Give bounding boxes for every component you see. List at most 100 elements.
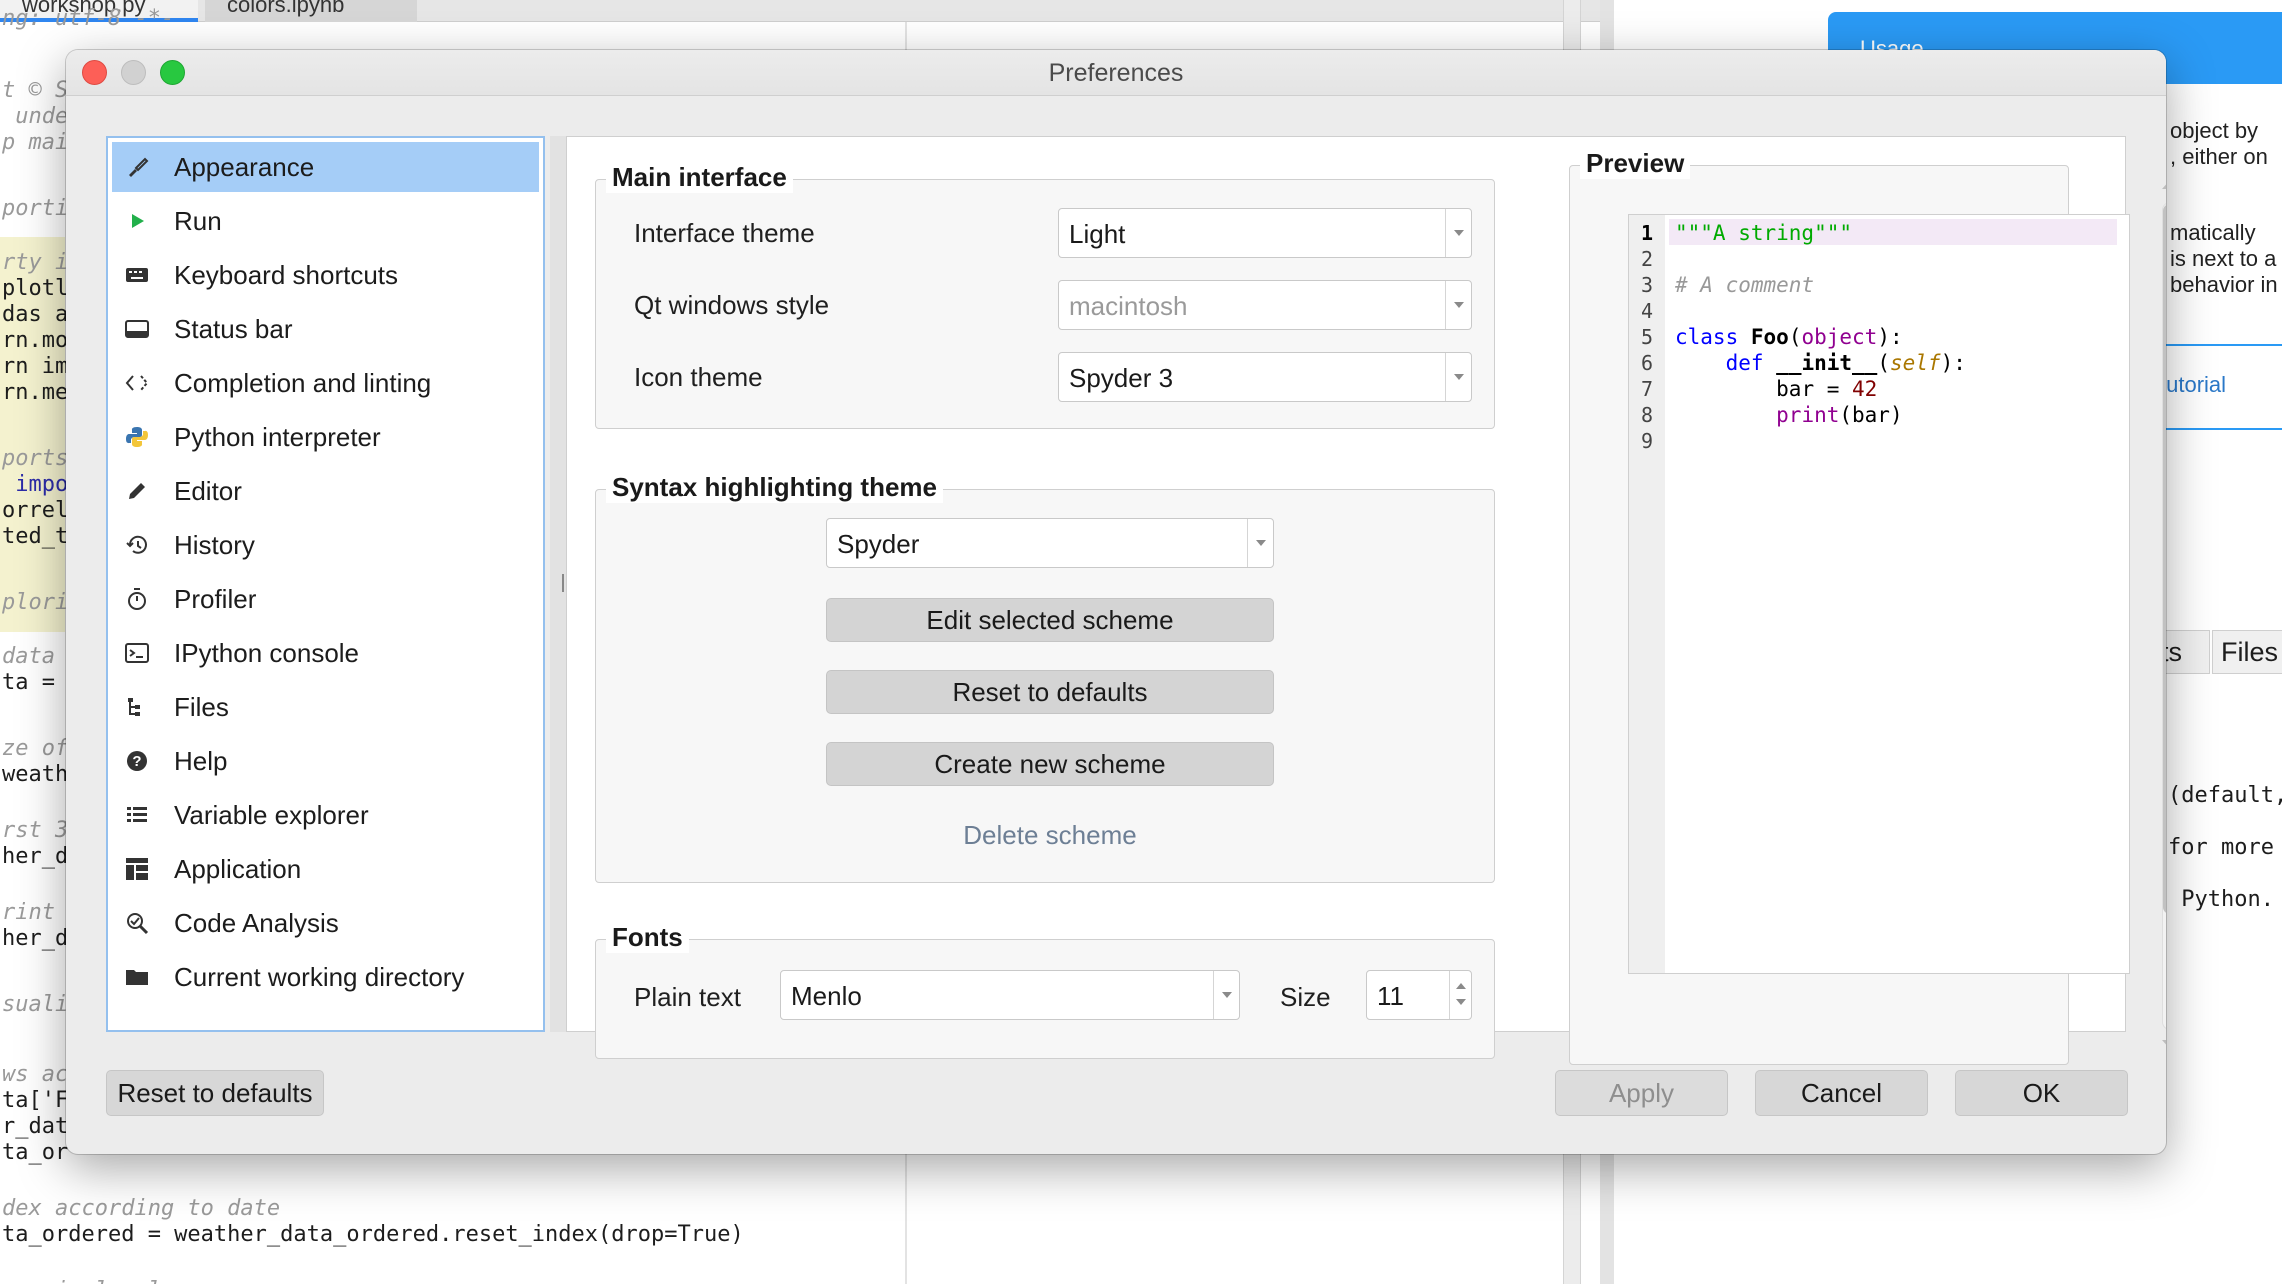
sidebar-item-label: Appearance (174, 151, 315, 182)
svg-text:?: ? (132, 753, 141, 770)
sidebar-item-status-bar[interactable]: Status bar (112, 304, 539, 354)
plain-text-font-value: Menlo (791, 981, 862, 1011)
syntax-theme-title: Syntax highlighting theme (606, 472, 944, 503)
main-interface-title: Main interface (606, 162, 793, 193)
code-line: print(bar) (1675, 403, 1902, 427)
editor-code-line: rn im (2, 354, 69, 379)
sidebar-item-current-working-directory[interactable]: Current working directory (112, 952, 539, 1002)
sidebar-item-files[interactable]: Files (112, 682, 539, 732)
edit-scheme-button[interactable]: Edit selected scheme (826, 598, 1274, 642)
scroll-thumb[interactable] (2163, 204, 2166, 914)
sidebar-item-editor[interactable]: Editor (112, 466, 539, 516)
fonts-title: Fonts (606, 922, 689, 953)
interface-theme-select[interactable]: Light (1058, 208, 1472, 258)
code-builtin: object (1801, 325, 1878, 349)
sidebar-item-label: Code Analysis (174, 907, 339, 938)
code-punct: ( (1877, 351, 1890, 375)
editor-tab-colors[interactable]: colors.ipynb (205, 0, 417, 22)
editor-code-line: plotl (2, 276, 69, 301)
sidebar-item-application[interactable]: Application (112, 844, 539, 894)
code-number: 42 (1852, 377, 1878, 401)
console-line: for more (2168, 835, 2274, 860)
delete-scheme-button[interactable]: Delete scheme (826, 820, 1274, 851)
cancel-button[interactable]: Cancel (1755, 1070, 1928, 1116)
editor-code-line: rint (2, 900, 55, 925)
sidebar-item-label: Editor (174, 475, 242, 506)
spin-arrows-icon[interactable] (1449, 971, 1471, 1019)
editor-code-line: rty i (2, 250, 69, 275)
sidebar-item-ipython-console[interactable]: IPython console (112, 628, 539, 678)
code-text: bar = (1776, 377, 1853, 401)
editor-tab-bar: workshop.py colors.ipynb (0, 0, 1600, 22)
sidebar-item-python-interpreter[interactable]: Python interpreter (112, 412, 539, 462)
line-number: 8 (1641, 403, 1654, 427)
icon-theme-label: Icon theme (634, 362, 763, 392)
plain-text-font-select[interactable]: Menlo (780, 970, 1240, 1020)
console-line: Python. (2168, 887, 2274, 912)
tab-files[interactable]: Files (2212, 630, 2282, 674)
sidebar-item-label: Files (174, 691, 229, 722)
sidebar-item-label: Profiler (174, 583, 257, 614)
sidebar-item-completion-linting[interactable]: Completion and linting (112, 358, 539, 408)
tutorial-link[interactable]: tutorial (2160, 372, 2226, 398)
usage-divider (2160, 428, 2282, 430)
scroll-down-icon[interactable] (2162, 1040, 2166, 1049)
usage-line: object by (2170, 118, 2259, 143)
interface-theme-value: Light (1069, 219, 1126, 249)
ok-button[interactable]: OK (1955, 1070, 2128, 1116)
syntax-theme-group: Syntax highlighting theme Spyder Edit se… (595, 472, 1495, 883)
sidebar-item-variable-explorer[interactable]: Variable explorer (112, 790, 539, 840)
sidebar-item-appearance[interactable]: Appearance (112, 142, 539, 192)
keyboard-icon (124, 262, 150, 288)
editor-code-line: dex according to date (2, 1196, 281, 1221)
icon-theme-select[interactable]: Spyder 3 (1058, 352, 1472, 402)
main-interface-group: Main interface Interface theme Light Qt … (595, 162, 1495, 429)
line-number: 4 (1641, 299, 1654, 323)
editor-code-line: ta_ordered = weather_data_ordered.reset_… (2, 1222, 744, 1247)
editor-code-line: porti (2, 196, 69, 221)
sidebar-item-help[interactable]: ? Help (112, 736, 539, 786)
preferences-scrollbar[interactable] (2158, 176, 2166, 1062)
python-icon (124, 424, 150, 450)
code-definition: Foo (1750, 325, 1789, 349)
line-number: 2 (1641, 247, 1654, 271)
preview-code-editor: 1 2 3 4 5 6 7 8 9 """A string""" # A com… (1628, 214, 2130, 974)
preferences-sidebar: Appearance Run Keyboard shortcuts Status… (106, 136, 545, 1032)
qt-windows-style-value: macintosh (1069, 291, 1188, 321)
editor-code-line: suali (2, 992, 69, 1017)
sidebar-item-code-analysis[interactable]: Code Analysis (112, 898, 539, 948)
editor-code-line: orrel (2, 498, 69, 523)
statusbar-icon (124, 316, 150, 342)
line-number: 1 (1641, 221, 1654, 245)
font-size-spinbox[interactable]: 11 (1366, 970, 1472, 1020)
apply-button[interactable]: Apply (1555, 1070, 1728, 1116)
editor-code-line: egorical columns (2, 1278, 214, 1284)
completion-icon (124, 370, 150, 396)
code-analysis-icon (124, 910, 150, 936)
sidebar-item-history[interactable]: History (112, 520, 539, 570)
paintbrush-icon (124, 154, 150, 180)
help-icon: ? (124, 748, 150, 774)
sidebar-item-keyboard-shortcuts[interactable]: Keyboard shortcuts (112, 250, 539, 300)
line-number: 9 (1641, 429, 1654, 453)
sidebar-item-profiler[interactable]: Profiler (112, 574, 539, 624)
syntax-scheme-select[interactable]: Spyder (826, 518, 1274, 568)
sidebar-item-label: Help (174, 745, 228, 776)
code-keyword: class (1675, 325, 1739, 349)
title-bar: Preferences (66, 50, 2166, 96)
line-number: 5 (1641, 325, 1654, 349)
editor-code-line: her_d (2, 926, 69, 951)
sidebar-item-run[interactable]: Run (112, 196, 539, 246)
editor-code-line: data (2, 644, 55, 669)
sidebar-item-label: Run (174, 205, 222, 236)
scroll-up-icon[interactable] (2162, 180, 2166, 189)
create-scheme-button[interactable]: Create new scheme (826, 742, 1274, 786)
reset-scheme-button[interactable]: Reset to defaults (826, 670, 1274, 714)
code-builtin: print (1776, 403, 1840, 427)
line-number: 7 (1641, 377, 1654, 401)
reset-to-defaults-button[interactable]: Reset to defaults (106, 1070, 324, 1116)
qt-windows-style-select[interactable]: macintosh (1058, 280, 1472, 330)
editor-code-line: plori (2, 590, 69, 615)
code-keyword: def (1725, 351, 1764, 375)
table-icon (124, 802, 150, 828)
